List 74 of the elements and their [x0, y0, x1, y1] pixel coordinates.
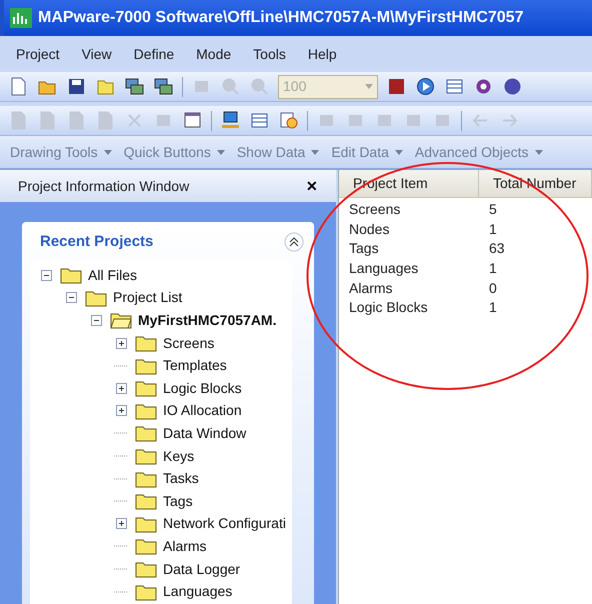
table-cell-text: 5 [488, 200, 498, 220]
collapse-icon[interactable] [284, 232, 304, 252]
folder-icon [135, 492, 157, 510]
table-cell-text: 0 [488, 278, 498, 298]
table-cell-text: Alarms [348, 278, 394, 298]
folder-icon [135, 379, 157, 398]
folder-icon [135, 334, 157, 352]
menu-item[interactable]: View [82, 44, 112, 64]
panel-title: Project Information Window [18, 176, 190, 196]
table-cell-text: Languages [348, 259, 420, 278]
folder-icon [85, 288, 107, 307]
tree-item[interactable]: Data Logger [163, 558, 240, 580]
tree-item[interactable]: Tasks [163, 468, 199, 490]
folder-icon [60, 266, 82, 284]
expand-toggle-icon[interactable] [116, 382, 126, 394]
folder-icon [135, 356, 157, 375]
table-cell-text: 1 [488, 220, 498, 239]
caret-icon [365, 84, 373, 89]
folder-icon [135, 514, 157, 533]
menu-item[interactable]: Define [134, 44, 174, 64]
tree-item[interactable]: Screens [163, 332, 214, 354]
tree-item[interactable]: Languages [163, 581, 232, 602]
folder-icon [135, 560, 157, 578]
tree-item[interactable]: Logic Blocks [163, 378, 242, 399]
collapse-toggle-icon[interactable] [66, 292, 76, 304]
window-title: MAPware-7000 Software\OffLine\HMC7057A-M\MyFirstHMC7057 [38, 8, 524, 28]
monitors-icon[interactable] [124, 76, 145, 97]
tree-item[interactable]: Data Window [163, 422, 246, 444]
caret-icon [394, 150, 403, 154]
folder-icon [135, 424, 157, 442]
close-button[interactable]: ✕ [306, 176, 318, 196]
table-cell-text: Nodes [348, 220, 390, 239]
folder-icon [135, 470, 157, 488]
caret-icon [534, 150, 543, 154]
play-icon[interactable] [415, 76, 436, 97]
column-header[interactable]: Total Number [479, 170, 592, 197]
folder-icon [135, 447, 157, 466]
folder-icon [135, 582, 157, 601]
table-cell-text: Logic Blocks [348, 298, 429, 318]
expand-toggle-icon[interactable] [116, 338, 126, 349]
tree-item[interactable]: Tags [163, 490, 193, 512]
tree-item[interactable]: Project List [113, 287, 182, 308]
collapse-toggle-icon[interactable] [40, 270, 52, 281]
table-cell-text: 63 [488, 239, 506, 258]
monitors-icon[interactable] [153, 76, 174, 97]
section-title: Recent Projects [40, 232, 154, 252]
collapse-toggle-icon[interactable] [90, 314, 102, 326]
tree-item[interactable]: Templates [163, 355, 227, 376]
menu-item[interactable]: Help [308, 44, 337, 64]
tree-item[interactable]: MyFirstHMC7057AM. [138, 310, 276, 331]
clock-icon[interactable] [278, 110, 299, 131]
folder-icon [135, 402, 157, 420]
menu-item[interactable]: Project [16, 44, 60, 64]
table-cell-text: Screens [348, 200, 402, 220]
tree-item[interactable]: Alarms [163, 536, 207, 557]
tree-item[interactable]: All Files [88, 264, 138, 286]
expand-toggle-icon[interactable] [116, 405, 126, 416]
monitor-icon[interactable] [220, 110, 241, 131]
caret-icon [216, 150, 225, 154]
table-cell-text: 1 [488, 259, 498, 278]
caret-icon [311, 150, 320, 154]
tree-item[interactable]: IO Allocation [163, 400, 242, 422]
app-logo-icon [10, 8, 32, 28]
tree-item[interactable]: Network Configurati [163, 513, 286, 534]
table-cell-text: 1 [488, 298, 498, 318]
caret-icon [104, 150, 112, 154]
tree-item[interactable]: Keys [163, 446, 194, 467]
expand-toggle-icon[interactable] [116, 518, 126, 530]
menu-item[interactable]: Tools [253, 44, 286, 64]
square-icon[interactable] [386, 76, 407, 97]
table-cell-text: Tags [348, 239, 380, 258]
menu-item[interactable]: Mode [196, 44, 232, 64]
folder-icon [135, 537, 157, 556]
folder-icon [110, 311, 132, 330]
